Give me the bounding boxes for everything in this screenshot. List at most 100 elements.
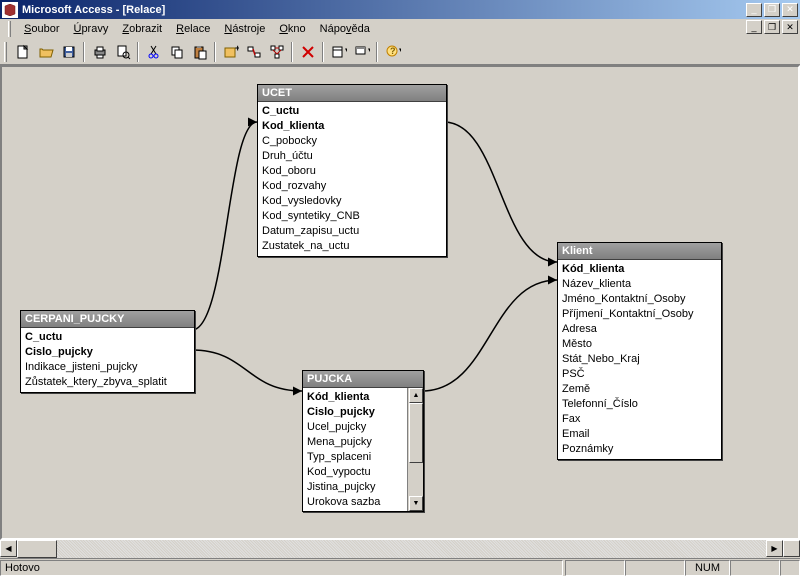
status-pane-4	[780, 560, 800, 576]
field-item[interactable]: Příjmení_Kontaktní_Osoby	[562, 307, 717, 322]
field-item[interactable]: Kod_syntetiky_CNB	[262, 209, 442, 224]
hscroll-thumb[interactable]	[17, 540, 57, 558]
field-item[interactable]: Jistina_pujcky	[307, 480, 405, 495]
field-item[interactable]: Fax	[562, 412, 717, 427]
field-item[interactable]: Datum_zapisu_uctu	[262, 224, 442, 239]
field-item[interactable]: Cislo_pujcky	[25, 345, 190, 360]
mdi-restore-button[interactable]: ❐	[764, 20, 780, 34]
field-item[interactable]: Adresa	[562, 322, 717, 337]
scroll-up-button[interactable]: ▲	[409, 388, 423, 403]
field-item[interactable]: Kod_klienta	[262, 119, 442, 134]
hscroll-left-button[interactable]: ◀	[0, 540, 17, 557]
field-item[interactable]: Kod_rozvahy	[262, 179, 442, 194]
relationship-canvas[interactable]: UCET C_uctuKod_klientaC_pobockyDruh_účtu…	[0, 65, 800, 540]
field-item[interactable]: Město	[562, 337, 717, 352]
access-app-icon	[2, 2, 18, 18]
table-klient-title[interactable]: Klient	[558, 243, 721, 260]
scroll-down-button[interactable]: ▼	[409, 496, 423, 511]
menubar-grip[interactable]	[8, 21, 11, 37]
menu-zobrazit[interactable]: Zobrazit	[115, 21, 169, 37]
restore-button[interactable]: ❐	[764, 3, 780, 17]
table-ucet-body: C_uctuKod_klientaC_pobockyDruh_účtuKod_o…	[258, 102, 446, 256]
field-item[interactable]: Kod_vypoctu	[307, 465, 405, 480]
field-item[interactable]: C_pobocky	[262, 134, 442, 149]
save-button[interactable]	[57, 41, 80, 63]
cut-button[interactable]	[142, 41, 165, 63]
add-table-button[interactable]: +	[219, 41, 242, 63]
menu-upravy[interactable]: Úpravy	[66, 21, 115, 37]
svg-text:+: +	[235, 44, 239, 53]
field-item[interactable]: Země	[562, 382, 717, 397]
mdi-close-button[interactable]: ✕	[782, 20, 798, 34]
mdi-minimize-button[interactable]: _	[746, 20, 762, 34]
menubar: Soubor Úpravy Zobrazit Relace Nástroje O…	[0, 19, 800, 39]
new-object-button[interactable]: ▾	[327, 41, 350, 63]
status-pane-2	[625, 560, 685, 576]
paste-button[interactable]	[188, 41, 211, 63]
field-item[interactable]: Email	[562, 427, 717, 442]
field-item[interactable]: Indikace_jisteni_pujcky	[25, 360, 190, 375]
field-item[interactable]: Druh_účtu	[262, 149, 442, 164]
field-item[interactable]: C_uctu	[262, 104, 442, 119]
field-item[interactable]: Kod_oboru	[262, 164, 442, 179]
print-button[interactable]	[88, 41, 111, 63]
print-preview-button[interactable]	[111, 41, 134, 63]
scroll-thumb[interactable]	[409, 403, 423, 463]
menu-okno[interactable]: Okno	[272, 21, 312, 37]
menu-nastroje[interactable]: Nástroje	[217, 21, 272, 37]
table-klient[interactable]: Klient Kód_klientaNázev_klientaJméno_Kon…	[557, 242, 722, 460]
open-button[interactable]	[34, 41, 57, 63]
field-item[interactable]: Telefonní_Číslo	[562, 397, 717, 412]
field-item[interactable]: C_uctu	[25, 330, 190, 345]
field-item[interactable]: Název_klienta	[562, 277, 717, 292]
field-item[interactable]: Cislo_pujcky	[307, 405, 405, 420]
field-item[interactable]: Urokova sazba	[307, 495, 405, 510]
menu-napoveda[interactable]: Nápověda	[313, 21, 377, 37]
field-item[interactable]: Zustatek_na_uctu	[262, 239, 442, 254]
table-cerpani[interactable]: CERPANI_PUJCKY C_uctuCislo_pujckyIndikac…	[20, 310, 195, 393]
menu-relace[interactable]: Relace	[169, 21, 217, 37]
field-item[interactable]: Poznámky	[562, 442, 717, 457]
field-item[interactable]: PSČ	[562, 367, 717, 382]
help-button[interactable]: ?▾	[381, 41, 404, 63]
statusbar: Hotovo NUM	[0, 558, 800, 576]
table-cerpani-body: C_uctuCislo_pujckyIndikace_jisteni_pujck…	[21, 328, 194, 392]
field-item[interactable]: Stát_Nebo_Kraj	[562, 352, 717, 367]
database-window-button[interactable]: ▾	[350, 41, 373, 63]
hscroll-right-button[interactable]: ▶	[766, 540, 783, 557]
table-pujcka[interactable]: PUJCKA Kód_klientaCislo_pujckyUcel_pujck…	[302, 370, 424, 512]
table-cerpani-title[interactable]: CERPANI_PUJCKY	[21, 311, 194, 328]
window-title: Microsoft Access - [Relace]	[22, 4, 744, 16]
hscroll-track[interactable]	[17, 540, 766, 558]
status-ready: Hotovo	[0, 560, 563, 576]
table-ucet-title[interactable]: UCET	[258, 85, 446, 102]
field-item[interactable]: Typ_splaceni	[307, 450, 405, 465]
field-item[interactable]: Kod_vysledovky	[262, 194, 442, 209]
status-num-lock: NUM	[685, 560, 730, 576]
close-button[interactable]: ✕	[782, 3, 798, 17]
clear-layout-button[interactable]	[296, 41, 319, 63]
field-item[interactable]: Jméno_Kontaktní_Osoby	[562, 292, 717, 307]
show-all-relations-button[interactable]	[265, 41, 288, 63]
copy-button[interactable]	[165, 41, 188, 63]
svg-text:▾: ▾	[368, 47, 370, 54]
scroll-corner	[783, 540, 800, 557]
field-item[interactable]: Kód_klienta	[562, 262, 717, 277]
table-pujcka-title[interactable]: PUJCKA	[303, 371, 423, 388]
svg-text:?: ?	[390, 46, 396, 56]
field-item[interactable]: Ucel_pujcky	[307, 420, 405, 435]
new-button[interactable]	[11, 41, 34, 63]
horizontal-scrollbar[interactable]: ◀ ▶	[0, 540, 800, 558]
table-ucet[interactable]: UCET C_uctuKod_klientaC_pobockyDruh_účtu…	[257, 84, 447, 257]
status-pane-1	[565, 560, 625, 576]
menu-soubor[interactable]: Soubor	[17, 21, 66, 37]
field-item[interactable]: Zůstatek_ktery_zbyva_splatit	[25, 375, 190, 390]
field-item[interactable]: Mena_pujcky	[307, 435, 405, 450]
show-direct-relations-button[interactable]	[242, 41, 265, 63]
minimize-button[interactable]: _	[746, 3, 762, 17]
field-item[interactable]: Kód_klienta	[307, 390, 405, 405]
table-pujcka-scrollbar[interactable]: ▲ ▼	[407, 388, 423, 511]
status-pane-3	[730, 560, 780, 576]
toolbar-grip[interactable]	[4, 42, 7, 62]
window-titlebar: Microsoft Access - [Relace] _ ❐ ✕	[0, 0, 800, 19]
